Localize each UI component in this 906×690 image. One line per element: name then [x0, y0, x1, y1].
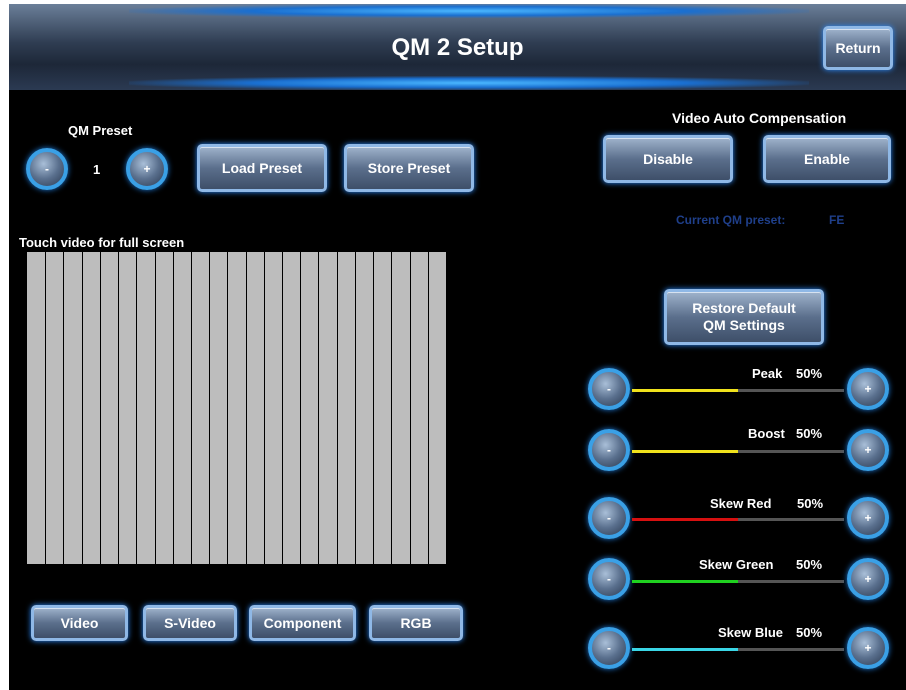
video-pattern-line [227, 252, 228, 564]
restore-default-button[interactable]: Restore Default QM Settings [664, 289, 824, 345]
current-qm-preset-value: FE [829, 213, 845, 227]
video-pattern-line [100, 252, 101, 564]
source-rgb-button[interactable]: RGB [369, 605, 463, 641]
video-pattern-line [246, 252, 247, 564]
video-pattern-line [355, 252, 356, 564]
slider-peak-decrement-button[interactable]: - [588, 368, 630, 410]
header-bar: QM 2 Setup [9, 4, 906, 90]
video-pattern-line [282, 252, 283, 564]
slider-boost-increment-button[interactable]: + [847, 429, 889, 471]
video-pattern-line [82, 252, 83, 564]
slider-boost-fill [632, 450, 738, 453]
video-pattern-line [318, 252, 319, 564]
current-qm-preset-label: Current QM preset: [676, 213, 786, 227]
video-pattern-line [264, 252, 265, 564]
slider-skew-blue-value: 50% [796, 625, 823, 640]
preset-decrement-button[interactable]: - [26, 148, 68, 190]
header-glow-bottom [129, 76, 809, 90]
touch-video-label: Touch video for full screen [19, 235, 185, 250]
slider-peak-value: 50% [796, 366, 823, 381]
enable-button[interactable]: Enable [763, 135, 891, 183]
slider-boost-name: Boost [748, 426, 785, 441]
slider-skew-green-decrement-button[interactable]: - [588, 558, 630, 600]
video-preview[interactable] [27, 252, 446, 564]
return-button[interactable]: Return [823, 26, 893, 70]
store-preset-button[interactable]: Store Preset [344, 144, 474, 192]
slider-skew-blue-name: Skew Blue [718, 625, 784, 640]
source-component-button[interactable]: Component [249, 605, 356, 641]
qm-preset-label: QM Preset [68, 123, 133, 138]
source-svideo-button[interactable]: S-Video [143, 605, 237, 641]
slider-skew-red-increment-button[interactable]: + [847, 497, 889, 539]
video-pattern-line [391, 252, 392, 564]
source-video-button[interactable]: Video [31, 605, 128, 641]
preset-increment-button[interactable]: + [126, 148, 168, 190]
video-pattern-line [209, 252, 210, 564]
slider-skew-red-decrement-button[interactable]: - [588, 497, 630, 539]
slider-boost-track[interactable] [632, 450, 844, 453]
video-pattern-line [136, 252, 137, 564]
slider-skew-green-track[interactable] [632, 580, 844, 583]
video-pattern-line [118, 252, 119, 564]
slider-skew-green-increment-button[interactable]: + [847, 558, 889, 600]
video-pattern-line [410, 252, 411, 564]
video-auto-compensation-label: Video Auto Compensation [672, 110, 847, 126]
restore-label-line2: QM Settings [703, 317, 785, 333]
slider-boost-decrement-button[interactable]: - [588, 429, 630, 471]
video-pattern-line [191, 252, 192, 564]
video-pattern-line [63, 252, 64, 564]
video-pattern-line [337, 252, 338, 564]
header-glow-top [129, 4, 809, 18]
slider-skew-green-name: Skew Green [699, 557, 774, 572]
slider-skew-red-fill [632, 518, 738, 521]
video-pattern-line [373, 252, 374, 564]
slider-skew-blue-decrement-button[interactable]: - [588, 627, 630, 669]
video-pattern-line [428, 252, 429, 564]
slider-peak-fill [632, 389, 738, 392]
video-pattern-line [300, 252, 301, 564]
slider-skew-green-value: 50% [796, 557, 823, 572]
slider-boost-value: 50% [796, 426, 823, 441]
slider-skew-red-value: 50% [797, 496, 824, 511]
video-pattern-line [155, 252, 156, 564]
load-preset-button[interactable]: Load Preset [197, 144, 327, 192]
video-pattern-line [173, 252, 174, 564]
video-pattern-line [45, 252, 46, 564]
page-title: QM 2 Setup [391, 34, 524, 61]
slider-skew-red-name: Skew Red [710, 496, 772, 511]
slider-peak-track[interactable] [632, 389, 844, 392]
slider-skew-red-track[interactable] [632, 518, 844, 521]
slider-peak-name: Peak [752, 366, 783, 381]
slider-skew-blue-track[interactable] [632, 648, 844, 651]
restore-label-line1: Restore Default [692, 300, 796, 316]
slider-peak-increment-button[interactable]: + [847, 368, 889, 410]
disable-button[interactable]: Disable [603, 135, 733, 183]
slider-skew-blue-fill [632, 648, 738, 651]
slider-skew-blue-increment-button[interactable]: + [847, 627, 889, 669]
preset-number: 1 [93, 162, 101, 177]
slider-skew-green-fill [632, 580, 738, 583]
